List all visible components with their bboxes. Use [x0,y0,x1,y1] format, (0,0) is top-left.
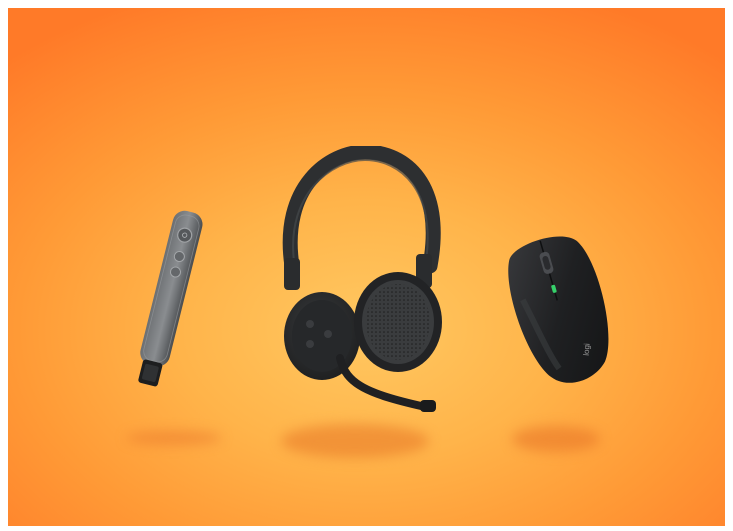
headset-shadow [281,424,429,458]
presenter-shadow [126,431,222,445]
mouse-shadow [512,426,600,452]
mouse-logo: logi [582,343,592,356]
wireless-mouse-image: logi [508,236,609,383]
product-scene: logi [8,8,725,526]
presenter-remote-image [138,210,203,387]
image-frame: logi [0,0,733,531]
wireless-headset-image [282,146,442,412]
